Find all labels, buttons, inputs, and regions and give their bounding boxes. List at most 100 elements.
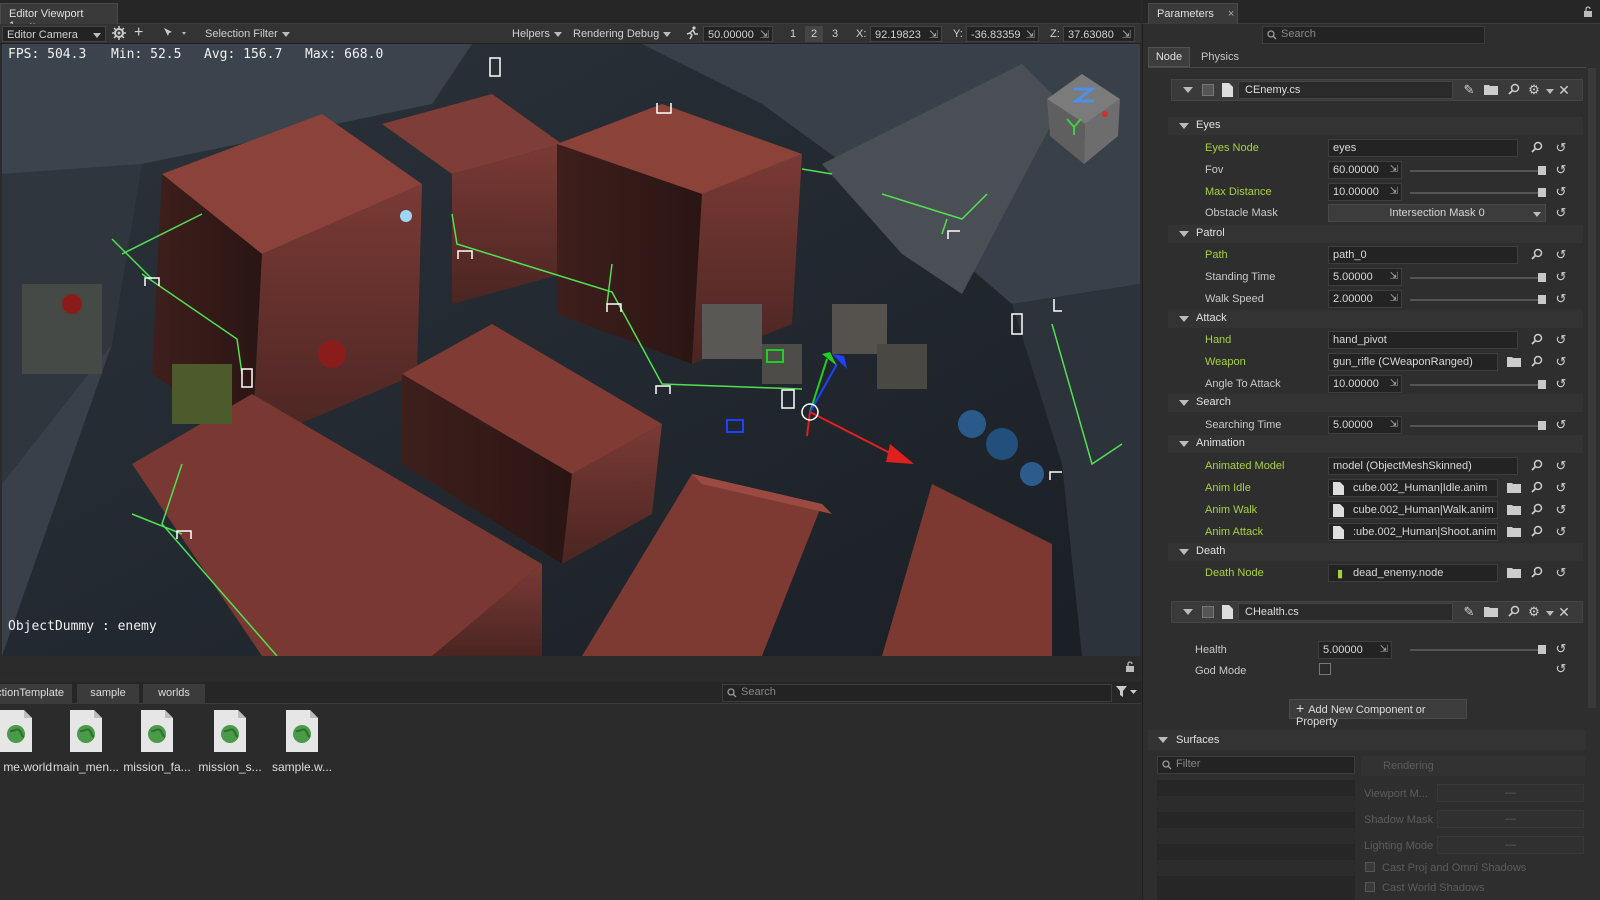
file-item[interactable]: main_men... <box>50 708 122 774</box>
walk-speed-input[interactable]: 2.00000 ⇲ <box>1328 290 1402 308</box>
hand-field[interactable]: hand_pivot <box>1328 331 1518 349</box>
search-icon[interactable] <box>1530 333 1544 347</box>
reset-icon[interactable]: ↺ <box>1554 185 1568 199</box>
search-icon[interactable] <box>1507 605 1521 619</box>
scrollbar[interactable] <box>1588 68 1596 708</box>
reset-icon[interactable]: ↺ <box>1554 481 1568 495</box>
tab-editor-viewport[interactable]: Editor Viewport 1× <box>0 3 118 32</box>
asset-tab-actiontemplate[interactable]: ActionTemplate <box>0 684 72 703</box>
folder-icon[interactable] <box>1484 605 1498 619</box>
search-icon[interactable] <box>1530 248 1544 262</box>
slider-handle[interactable] <box>1538 421 1546 430</box>
section-attack[interactable]: Attack <box>1168 310 1583 328</box>
search-icon[interactable] <box>1530 481 1544 495</box>
collapse-icon[interactable] <box>1183 87 1193 93</box>
value-slider[interactable] <box>1410 384 1545 386</box>
obstacle-mask-select[interactable]: Intersection Mask 0 <box>1328 204 1546 222</box>
value-slider[interactable] <box>1410 170 1545 172</box>
tab-node[interactable]: Node <box>1148 47 1190 67</box>
z-coord-input[interactable]: 37.63080 ⇲ <box>1063 26 1135 42</box>
add-component-button[interactable]: + Add New Component or Property <box>1289 699 1467 728</box>
chevron-down-icon[interactable] <box>1546 89 1554 94</box>
reset-icon[interactable]: ↺ <box>1554 662 1568 676</box>
folder-icon[interactable] <box>1507 503 1521 517</box>
selection-filter-dropdown[interactable]: Selection Filter <box>205 26 290 42</box>
reset-icon[interactable]: ↺ <box>1554 525 1568 539</box>
value-slider[interactable] <box>1410 299 1545 301</box>
weapon-field[interactable]: gun_rifle (CWeaponRanged) <box>1328 353 1498 371</box>
edit-icon[interactable]: ✎ <box>1462 605 1476 619</box>
file-item[interactable]: mission_fa... <box>121 708 193 774</box>
close-icon[interactable]: ✕ <box>1557 605 1571 619</box>
file-item[interactable]: mission_s... <box>194 708 266 774</box>
x-coord-input[interactable]: 92.19823 ⇲ <box>870 26 942 42</box>
gear-icon[interactable]: ⚙ <box>1527 83 1541 97</box>
component-header-chealth[interactable]: CHealth.cs ✎ ⚙ ✕ <box>1171 601 1583 623</box>
component-name-field[interactable]: CEnemy.cs <box>1238 81 1453 99</box>
search-icon[interactable] <box>1530 459 1544 473</box>
reset-icon[interactable]: ↺ <box>1554 163 1568 177</box>
reset-icon[interactable]: ↺ <box>1554 248 1568 262</box>
folder-icon[interactable] <box>1507 566 1521 580</box>
reset-icon[interactable]: ↺ <box>1554 355 1568 369</box>
asset-search-input[interactable]: Search <box>722 684 1112 702</box>
reset-icon[interactable]: ↺ <box>1554 566 1568 580</box>
search-icon[interactable] <box>1530 141 1544 155</box>
reset-icon[interactable]: ↺ <box>1554 459 1568 473</box>
angle-to-attack-input[interactable]: 10.00000 ⇲ <box>1328 375 1402 393</box>
filter-icon[interactable] <box>1116 686 1138 701</box>
lock-icon[interactable] <box>1583 6 1593 20</box>
section-surfaces[interactable]: Surfaces <box>1148 730 1586 750</box>
tab-parameters[interactable]: Parameters × <box>1148 3 1238 24</box>
camera-select[interactable]: Editor Camera <box>2 26 106 42</box>
section-patrol[interactable]: Patrol <box>1168 225 1583 243</box>
reset-icon[interactable]: ↺ <box>1554 418 1568 432</box>
slider-handle[interactable] <box>1538 380 1546 389</box>
view-button-2[interactable]: 2 <box>805 26 823 42</box>
file-item[interactable]: sample.w... <box>266 708 338 774</box>
collapse-icon[interactable] <box>1183 609 1193 615</box>
y-coord-input[interactable]: -36.83359 ⇲ <box>966 26 1039 42</box>
helpers-dropdown[interactable]: Helpers <box>512 26 562 42</box>
search-icon[interactable] <box>1507 83 1521 97</box>
component-header-cenemy[interactable]: CEnemy.cs ✎ ⚙ ✕ <box>1171 79 1583 101</box>
god-mode-checkbox[interactable] <box>1319 663 1331 675</box>
searching-time-input[interactable]: 5.00000 ⇲ <box>1328 416 1402 434</box>
reset-icon[interactable]: ↺ <box>1554 333 1568 347</box>
death-node-field[interactable]: ▮ dead_enemy.node <box>1328 564 1498 582</box>
anim-attack-field[interactable]: :ube.002_Human|Shoot.anim <box>1328 523 1498 541</box>
chevron-down-icon[interactable] <box>1546 611 1554 616</box>
edit-icon[interactable]: ✎ <box>1462 83 1476 97</box>
section-search[interactable]: Search <box>1168 394 1583 412</box>
reset-icon[interactable]: ↺ <box>1554 270 1568 284</box>
camera-speed-input[interactable]: 50.00000 ⇲ <box>703 26 773 42</box>
enable-checkbox[interactable] <box>1202 606 1214 618</box>
parameters-search-input[interactable]: Search <box>1262 26 1485 44</box>
section-eyes[interactable]: Eyes <box>1168 117 1583 135</box>
folder-icon[interactable] <box>1484 83 1498 97</box>
asset-tab-sample[interactable]: sample <box>77 684 139 703</box>
enable-checkbox[interactable] <box>1202 84 1214 96</box>
slider-handle[interactable] <box>1538 166 1546 175</box>
folder-icon[interactable] <box>1507 525 1521 539</box>
asset-tab-worlds[interactable]: worlds <box>143 684 205 703</box>
close-icon[interactable]: × <box>1228 8 1234 20</box>
section-animation[interactable]: Animation <box>1168 435 1583 453</box>
tab-physics[interactable]: Physics <box>1194 47 1246 67</box>
folder-icon[interactable] <box>1507 481 1521 495</box>
anim-walk-field[interactable]: cube.002_Human|Walk.anim <box>1328 501 1498 519</box>
fov-input[interactable]: 60.00000 ⇲ <box>1328 161 1402 179</box>
slider-handle[interactable] <box>1538 645 1546 654</box>
search-icon[interactable] <box>1530 525 1544 539</box>
scene-viewport[interactable]: FPS: 504.3 Min: 52.5 Avg: 156.7 Max: 668… <box>2 44 1140 656</box>
reset-icon[interactable]: ↺ <box>1554 503 1568 517</box>
slider-handle[interactable] <box>1538 295 1546 304</box>
eyes-node-field[interactable]: eyes <box>1328 139 1518 157</box>
path-field[interactable]: path_0 <box>1328 246 1518 264</box>
search-icon[interactable] <box>1530 355 1544 369</box>
standing-time-input[interactable]: 5.00000 ⇲ <box>1328 268 1402 286</box>
slider-handle[interactable] <box>1538 188 1546 197</box>
health-input[interactable]: 5.00000 ⇲ <box>1318 641 1392 659</box>
view-button-3[interactable]: 3 <box>828 26 842 42</box>
gear-icon[interactable] <box>112 26 126 42</box>
